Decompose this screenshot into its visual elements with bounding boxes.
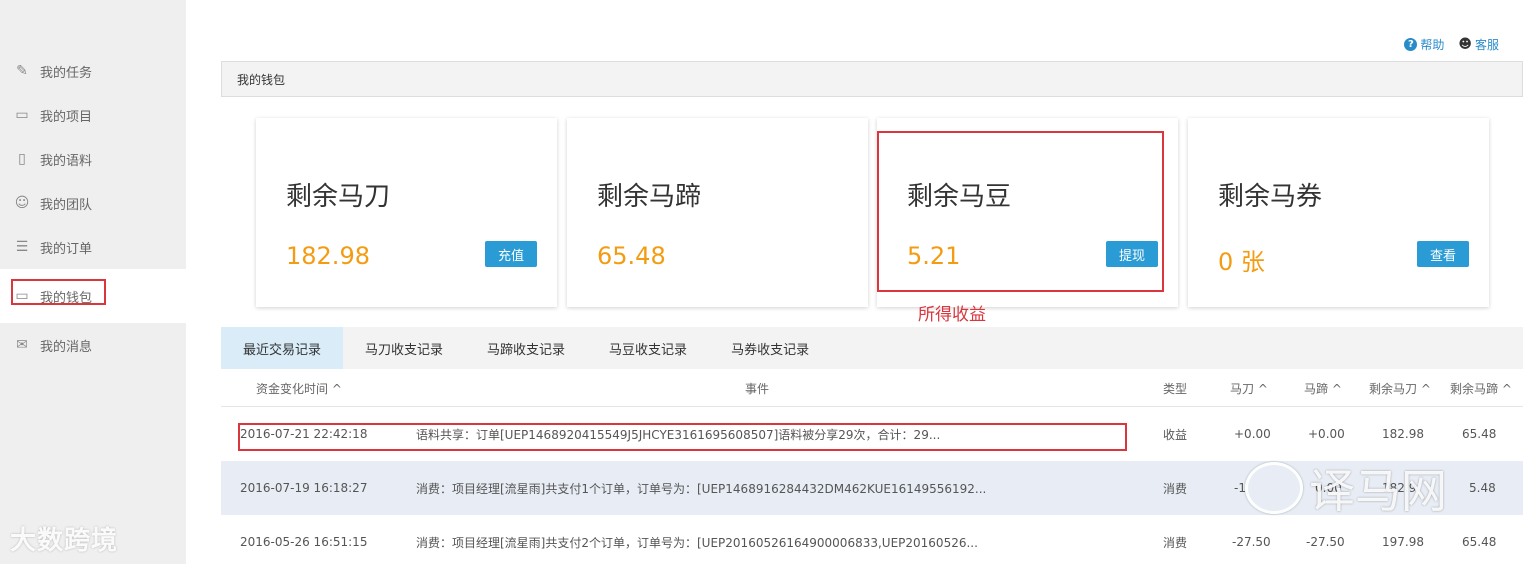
cell-madao: -27.50 (1232, 535, 1271, 549)
sidebar-item-corpus[interactable]: ▯ 我的语料 (0, 137, 186, 181)
watermark-right-text: 译马网 (1309, 464, 1447, 518)
tab-recent[interactable]: 最近交易记录 (221, 327, 344, 369)
cell-mati: -27.50 (1306, 535, 1345, 549)
service-link[interactable]: ☻ 客服 (1458, 36, 1499, 53)
service-label: 客服 (1474, 38, 1499, 52)
cell-rest-mati: 5.48 (1469, 481, 1496, 495)
header-madao[interactable]: 马刀 ^ (1230, 369, 1268, 407)
cell-type: 消费 (1163, 481, 1188, 496)
cell-madao: +0.00 (1234, 427, 1271, 441)
edit-icon: ✎ (16, 63, 28, 79)
top-links: ? 帮助 ☻ 客服 (1404, 36, 1499, 53)
watermark-text: 大数跨境 (10, 526, 119, 556)
header-event: 事件 (745, 381, 770, 396)
sidebar-item-label: 我的项目 (40, 109, 93, 125)
card-title: 剩余马刀 (286, 182, 391, 212)
card-value: 65.48 (597, 242, 666, 270)
highlight-box-wallet (11, 279, 106, 305)
mail-icon: ✉ (16, 337, 28, 353)
breadcrumb: 我的钱包 (221, 61, 1523, 97)
tab-madou[interactable]: 马豆收支记录 (587, 327, 709, 369)
header-time[interactable]: 资金变化时间 ^ (256, 369, 342, 407)
cell-rest-mati: 65.48 (1462, 427, 1497, 441)
tab-majuan[interactable]: 马券收支记录 (709, 327, 831, 369)
cell-event: 消费：项目经理[流星雨]共支付1个订单，订单号为：[UEP14689162844… (416, 481, 987, 496)
card-value: 182.98 (286, 242, 370, 270)
header-rest-mati[interactable]: 剩余马蹄 ^ (1450, 369, 1512, 407)
watermark-right: 译马网 (1245, 455, 1447, 521)
card-title: 剩余马券 (1218, 182, 1323, 212)
help-icon: ? (1404, 38, 1418, 51)
cell-type: 收益 (1163, 427, 1188, 442)
sidebar-item-orders[interactable]: ☰ 我的订单 (0, 225, 186, 269)
sidebar-item-label: 我的消息 (40, 339, 93, 355)
view-button[interactable]: 查看 (1416, 241, 1469, 267)
sidebar-item-tasks[interactable]: ✎ 我的任务 (0, 49, 186, 93)
sidebar-item-team[interactable]: ☺ 我的团队 (0, 181, 186, 225)
help-link[interactable]: ? 帮助 (1404, 36, 1444, 53)
cell-rest-madao: 197.98 (1382, 535, 1424, 549)
table-row[interactable]: 2016-05-26 16:51:15 消费：项目经理[流星雨]共支付2个订单，… (221, 515, 1523, 564)
qq-icon: ☻ (1458, 37, 1472, 52)
sidebar-item-label: 我的订单 (40, 241, 93, 257)
cell-rest-madao: 182.98 (1382, 427, 1424, 441)
header-type: 类型 (1163, 381, 1188, 396)
card-majuan: 剩余马券 0 张 查看 (1188, 118, 1489, 307)
card-value: 0 张 (1218, 248, 1265, 276)
card-madao: 剩余马刀 182.98 充值 (256, 118, 557, 307)
sidebar-item-label: 我的语料 (40, 153, 93, 169)
watermark-logo: 大数跨境 (10, 520, 118, 557)
team-icon: ☺ (14, 195, 30, 211)
card-title: 剩余马蹄 (597, 182, 702, 212)
recharge-button[interactable]: 充值 (484, 241, 537, 267)
sidebar-item-projects[interactable]: ▭ 我的项目 (0, 93, 186, 137)
tab-mati[interactable]: 马蹄收支记录 (465, 327, 587, 369)
wechat-icon (1245, 462, 1303, 514)
cell-rest-mati: 65.48 (1462, 535, 1497, 549)
annotation-label: 所得收益 (918, 305, 986, 325)
list-icon: ☰ (15, 239, 29, 255)
tab-madao[interactable]: 马刀收支记录 (343, 327, 465, 369)
folder-icon: ▭ (15, 107, 29, 123)
sidebar-item-messages[interactable]: ✉ 我的消息 (0, 323, 186, 367)
header-mati[interactable]: 马蹄 ^ (1304, 369, 1342, 407)
header-rest-madao[interactable]: 剩余马刀 ^ (1369, 369, 1431, 407)
cell-mati: +0.00 (1308, 427, 1345, 441)
book-icon: ▯ (18, 151, 26, 167)
cell-event: 消费：项目经理[流星雨]共支付2个订单，订单号为：[UEP20160526164… (416, 535, 978, 550)
sidebar-item-label: 我的任务 (40, 65, 93, 81)
highlight-box-row (238, 423, 1127, 451)
record-tabs: 最近交易记录 马刀收支记录 马蹄收支记录 马豆收支记录 马券收支记录 (221, 327, 1523, 369)
help-label: 帮助 (1420, 38, 1445, 52)
highlight-box-madou (877, 131, 1164, 292)
table-header: 资金变化时间 ^ 事件 类型 马刀 ^ 马蹄 ^ 剩余马刀 ^ 剩余马蹄 ^ (221, 369, 1523, 407)
cell-time: 2016-07-19 16:18:27 (240, 481, 368, 495)
cell-type: 消费 (1163, 535, 1188, 550)
card-mati: 剩余马蹄 65.48 (567, 118, 868, 307)
sidebar-item-label: 我的团队 (40, 197, 93, 213)
cell-time: 2016-05-26 16:51:15 (240, 535, 368, 549)
breadcrumb-label: 我的钱包 (237, 72, 286, 87)
